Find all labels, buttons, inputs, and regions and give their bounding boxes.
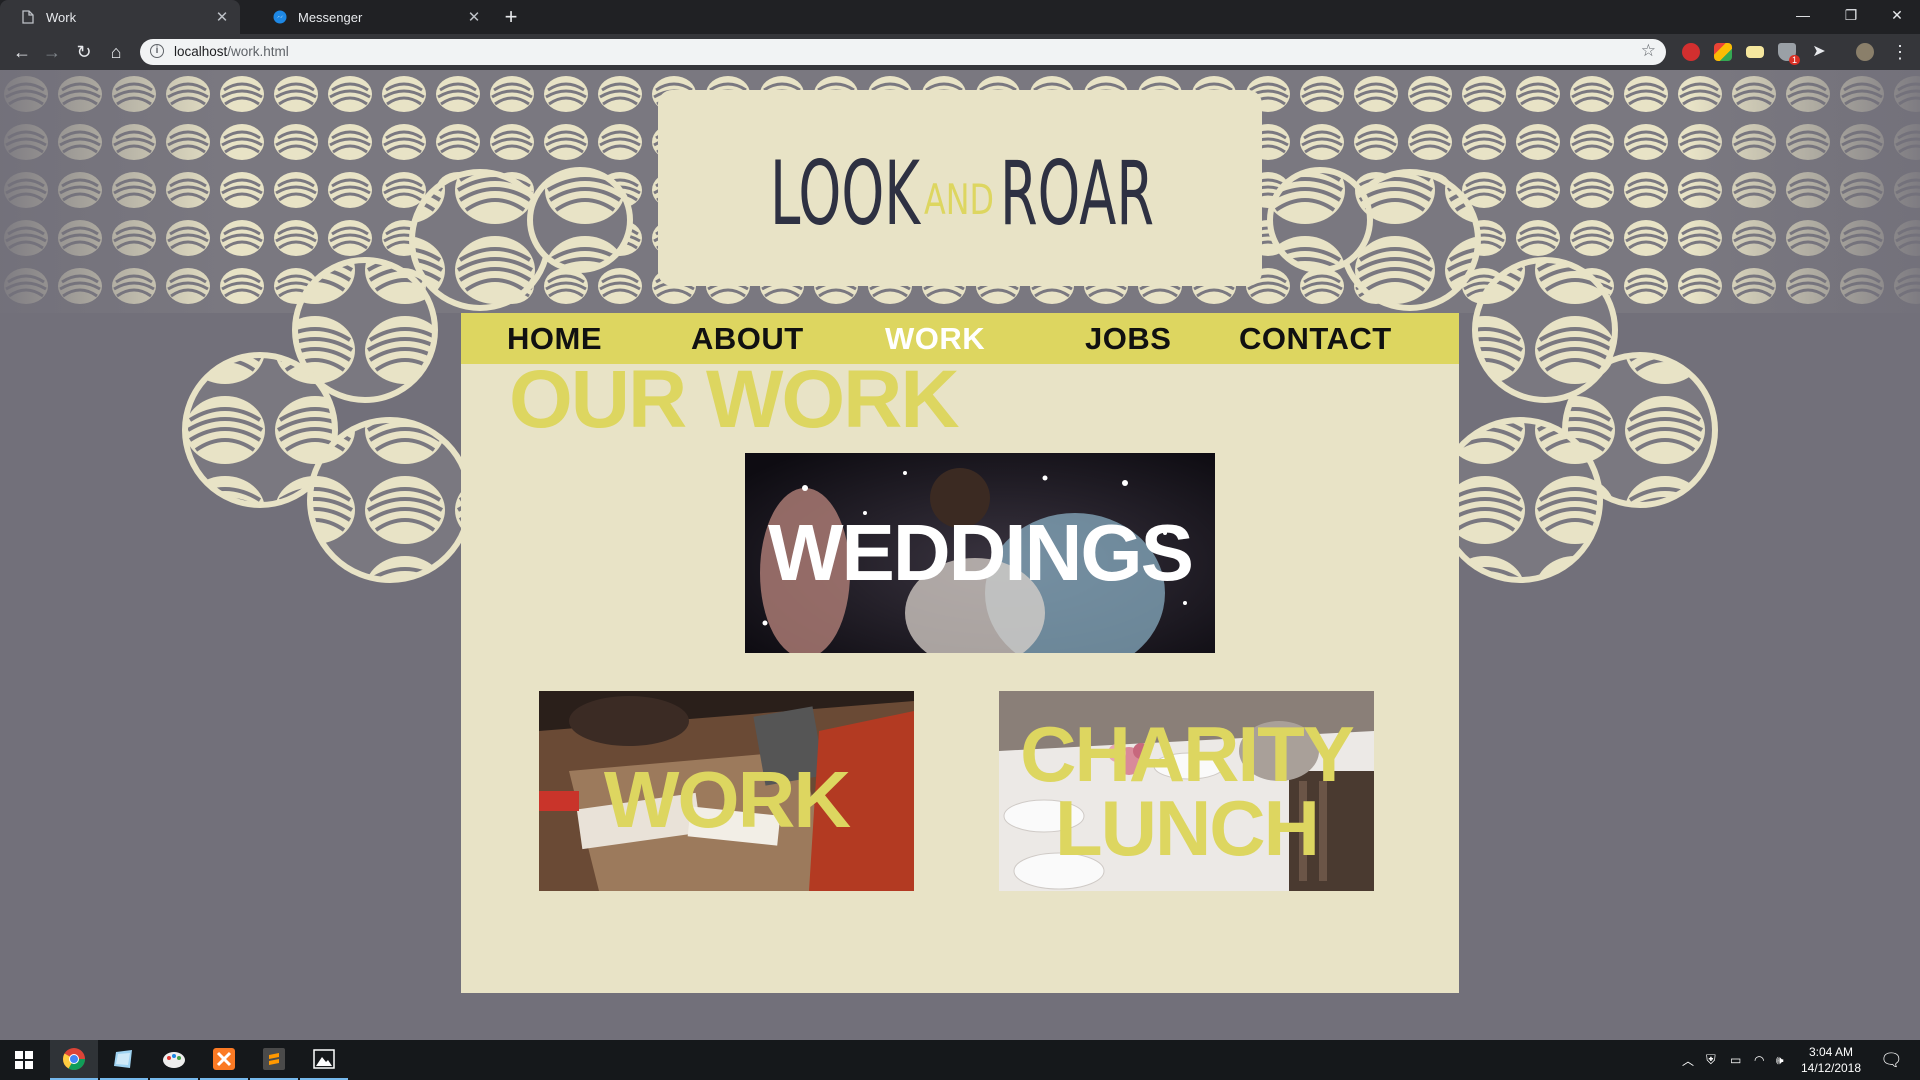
- card-work[interactable]: WORK: [539, 691, 914, 891]
- colorful-extension-icon[interactable]: [1714, 43, 1732, 61]
- tray-chevron-icon[interactable]: ︿: [1682, 1040, 1694, 1080]
- wifi-icon[interactable]: ◠: [1754, 1040, 1764, 1080]
- action-center-icon[interactable]: 🗨 2: [1880, 1040, 1903, 1080]
- profile-avatar[interactable]: [1856, 43, 1874, 61]
- address-bar[interactable]: i localhost/work.html ☆: [140, 39, 1666, 65]
- clock[interactable]: 3:04 AM 14/12/2018: [1796, 1044, 1866, 1076]
- paint-taskbar-icon[interactable]: [150, 1040, 198, 1080]
- logo-wordmark: LOOK AND ROAR: [770, 142, 1154, 245]
- nav-jobs[interactable]: JOBS: [1085, 321, 1171, 357]
- battery-icon[interactable]: ▭: [1730, 1040, 1741, 1080]
- reload-icon[interactable]: ↻: [72, 40, 96, 64]
- notes-taskbar-icon[interactable]: [100, 1040, 148, 1080]
- card-label: CHARITY LUNCH: [999, 691, 1374, 891]
- tab-title: Messenger: [298, 9, 363, 25]
- note-extension-icon[interactable]: [1746, 46, 1764, 58]
- url-text: localhost/work.html: [174, 44, 289, 59]
- nav-contact[interactable]: CONTACT: [1239, 321, 1392, 357]
- card-label: WEDDINGS: [768, 508, 1194, 597]
- card-label: WORK: [603, 755, 851, 844]
- tab-title: Work: [46, 9, 77, 25]
- opera-extension-icon[interactable]: [1682, 43, 1700, 61]
- home-icon[interactable]: ⌂: [104, 40, 128, 64]
- minimize-button[interactable]: —: [1780, 0, 1826, 30]
- tray-security-icon[interactable]: ⛨: [1706, 1040, 1716, 1080]
- chrome-taskbar-icon[interactable]: [50, 1040, 98, 1080]
- xampp-taskbar-icon[interactable]: [200, 1040, 248, 1080]
- restore-button[interactable]: ❐: [1828, 0, 1874, 30]
- card-weddings[interactable]: WEDDINGS: [745, 453, 1215, 653]
- logo-word-and: AND: [924, 175, 994, 224]
- tab-strip: Work ✕ Messenger ✕ + — ❐ ✕: [0, 0, 1920, 34]
- volume-icon[interactable]: 🕪: [1776, 1040, 1784, 1080]
- windows-taskbar: ︿ ⛨ ▭ ◠ 🕪 3:04 AM 14/12/2018 🗨 2: [0, 1040, 1920, 1080]
- page-heading: OUR WORK: [509, 354, 960, 445]
- bookmark-star-icon[interactable]: ☆: [1641, 41, 1656, 61]
- info-icon[interactable]: i: [150, 44, 164, 58]
- logo-word-look: LOOK: [770, 142, 921, 245]
- card-charity-lunch[interactable]: CHARITY LUNCH: [999, 691, 1374, 891]
- logo-word-roar: ROAR: [1000, 142, 1154, 245]
- photos-taskbar-icon[interactable]: [300, 1040, 348, 1080]
- shield-extension-icon[interactable]: 1: [1778, 43, 1800, 65]
- extension-badge: 1: [1788, 55, 1800, 65]
- nav-work[interactable]: WORK: [885, 321, 985, 357]
- page-icon: [20, 9, 36, 25]
- close-tab-icon[interactable]: ✕: [464, 8, 484, 26]
- clock-date: 14/12/2018: [1800, 1061, 1862, 1075]
- clock-time: 3:04 AM: [1808, 1045, 1854, 1059]
- content-panel: HOME ABOUT WORK JOBS CONTACT OUR WORK WE…: [461, 313, 1459, 993]
- tab-work[interactable]: Work ✕: [0, 0, 240, 34]
- sublime-taskbar-icon[interactable]: [250, 1040, 298, 1080]
- browser-toolbar: ← → ↻ ⌂ i localhost/work.html ☆ 1 ➤ ⋮: [0, 34, 1920, 70]
- card-label-line2: LUNCH: [1055, 784, 1320, 872]
- page-viewport: LOOK AND ROAR HOME ABOUT WORK JOBS CONTA…: [0, 70, 1920, 1040]
- messenger-icon: [272, 9, 288, 25]
- site-logo[interactable]: LOOK AND ROAR: [658, 90, 1262, 286]
- menu-kebab-icon[interactable]: ⋮: [1888, 40, 1912, 64]
- nav-about[interactable]: ABOUT: [691, 321, 804, 357]
- new-tab-button[interactable]: +: [498, 4, 524, 30]
- back-icon[interactable]: ←: [10, 40, 34, 64]
- notification-count: 2: [1887, 1053, 1893, 1064]
- tab-messenger[interactable]: Messenger ✕: [252, 0, 492, 34]
- send-extension-icon[interactable]: ➤: [1810, 43, 1828, 61]
- close-tab-icon[interactable]: ✕: [212, 8, 232, 26]
- start-button[interactable]: [0, 1040, 48, 1080]
- nav-home[interactable]: HOME: [507, 321, 602, 357]
- windows-icon: [15, 1051, 33, 1069]
- close-window-button[interactable]: ✕: [1874, 0, 1920, 30]
- forward-icon[interactable]: →: [40, 40, 64, 64]
